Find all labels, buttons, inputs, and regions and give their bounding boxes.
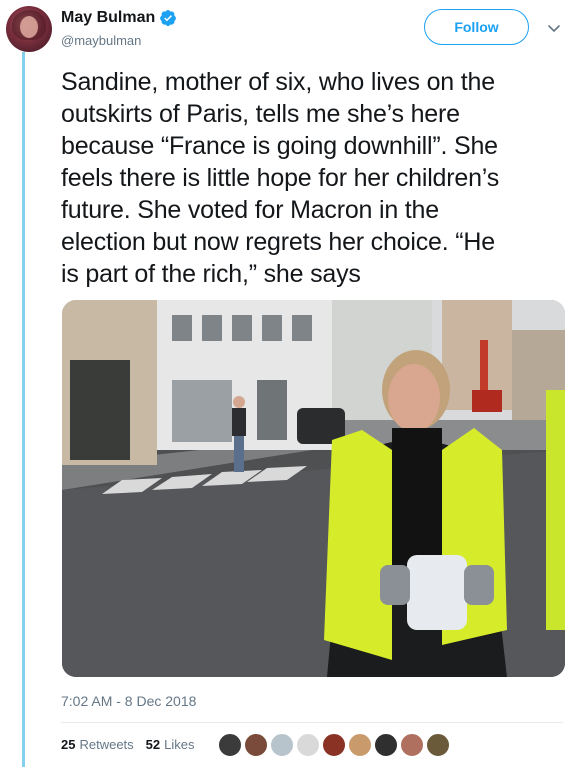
liker-avatar[interactable] bbox=[218, 733, 242, 757]
liker-avatar[interactable] bbox=[270, 733, 294, 757]
tweet-photo[interactable] bbox=[62, 300, 565, 677]
tweet-text-line: because “France is going downhill”. She bbox=[61, 132, 498, 160]
tweet-text-line: election but now regrets her choice. “He bbox=[61, 228, 495, 256]
liker-avatar[interactable] bbox=[374, 733, 398, 757]
tweet-text-line: future. She voted for Macron in the bbox=[61, 196, 439, 224]
follow-button[interactable]: Follow bbox=[424, 9, 529, 45]
avatar-face bbox=[20, 16, 38, 38]
likes-count[interactable]: 52 bbox=[146, 737, 160, 752]
divider bbox=[61, 722, 563, 723]
liker-avatar[interactable] bbox=[322, 733, 346, 757]
display-name[interactable]: May Bulman bbox=[61, 9, 155, 27]
tweet-text-line: is part of the rich,” she says bbox=[61, 260, 361, 288]
tweet-text-line: outskirts of Paris, tells me she’s here bbox=[61, 100, 460, 128]
user-handle[interactable]: @maybulman bbox=[61, 33, 141, 48]
tweet-text-line: feels there is little hope for her child… bbox=[61, 164, 499, 192]
liker-avatar[interactable] bbox=[426, 733, 450, 757]
chevron-down-icon[interactable] bbox=[546, 20, 562, 36]
liker-avatars bbox=[218, 733, 452, 757]
name-row: May Bulman bbox=[61, 9, 177, 27]
tweet-header: May Bulman @maybulman Follow bbox=[0, 0, 583, 56]
retweets-count[interactable]: 25 bbox=[61, 737, 75, 752]
tweet-timestamp[interactable]: 7:02 AM - 8 Dec 2018 bbox=[61, 693, 196, 709]
street-scene-image bbox=[62, 300, 565, 677]
tweet-stats: 25 Retweets 52 Likes bbox=[61, 737, 207, 752]
avatar[interactable] bbox=[6, 6, 52, 52]
tweet-text-line: Sandine, mother of six, who lives on the bbox=[61, 68, 495, 96]
verified-badge-icon bbox=[160, 9, 177, 27]
liker-avatar[interactable] bbox=[296, 733, 320, 757]
tweet-text: Sandine, mother of six, who lives on the… bbox=[61, 66, 571, 290]
thread-line bbox=[22, 52, 25, 767]
liker-avatar[interactable] bbox=[348, 733, 372, 757]
likes-label[interactable]: Likes bbox=[164, 737, 194, 752]
retweets-label[interactable]: Retweets bbox=[79, 737, 133, 752]
liker-avatar[interactable] bbox=[400, 733, 424, 757]
liker-avatar[interactable] bbox=[244, 733, 268, 757]
